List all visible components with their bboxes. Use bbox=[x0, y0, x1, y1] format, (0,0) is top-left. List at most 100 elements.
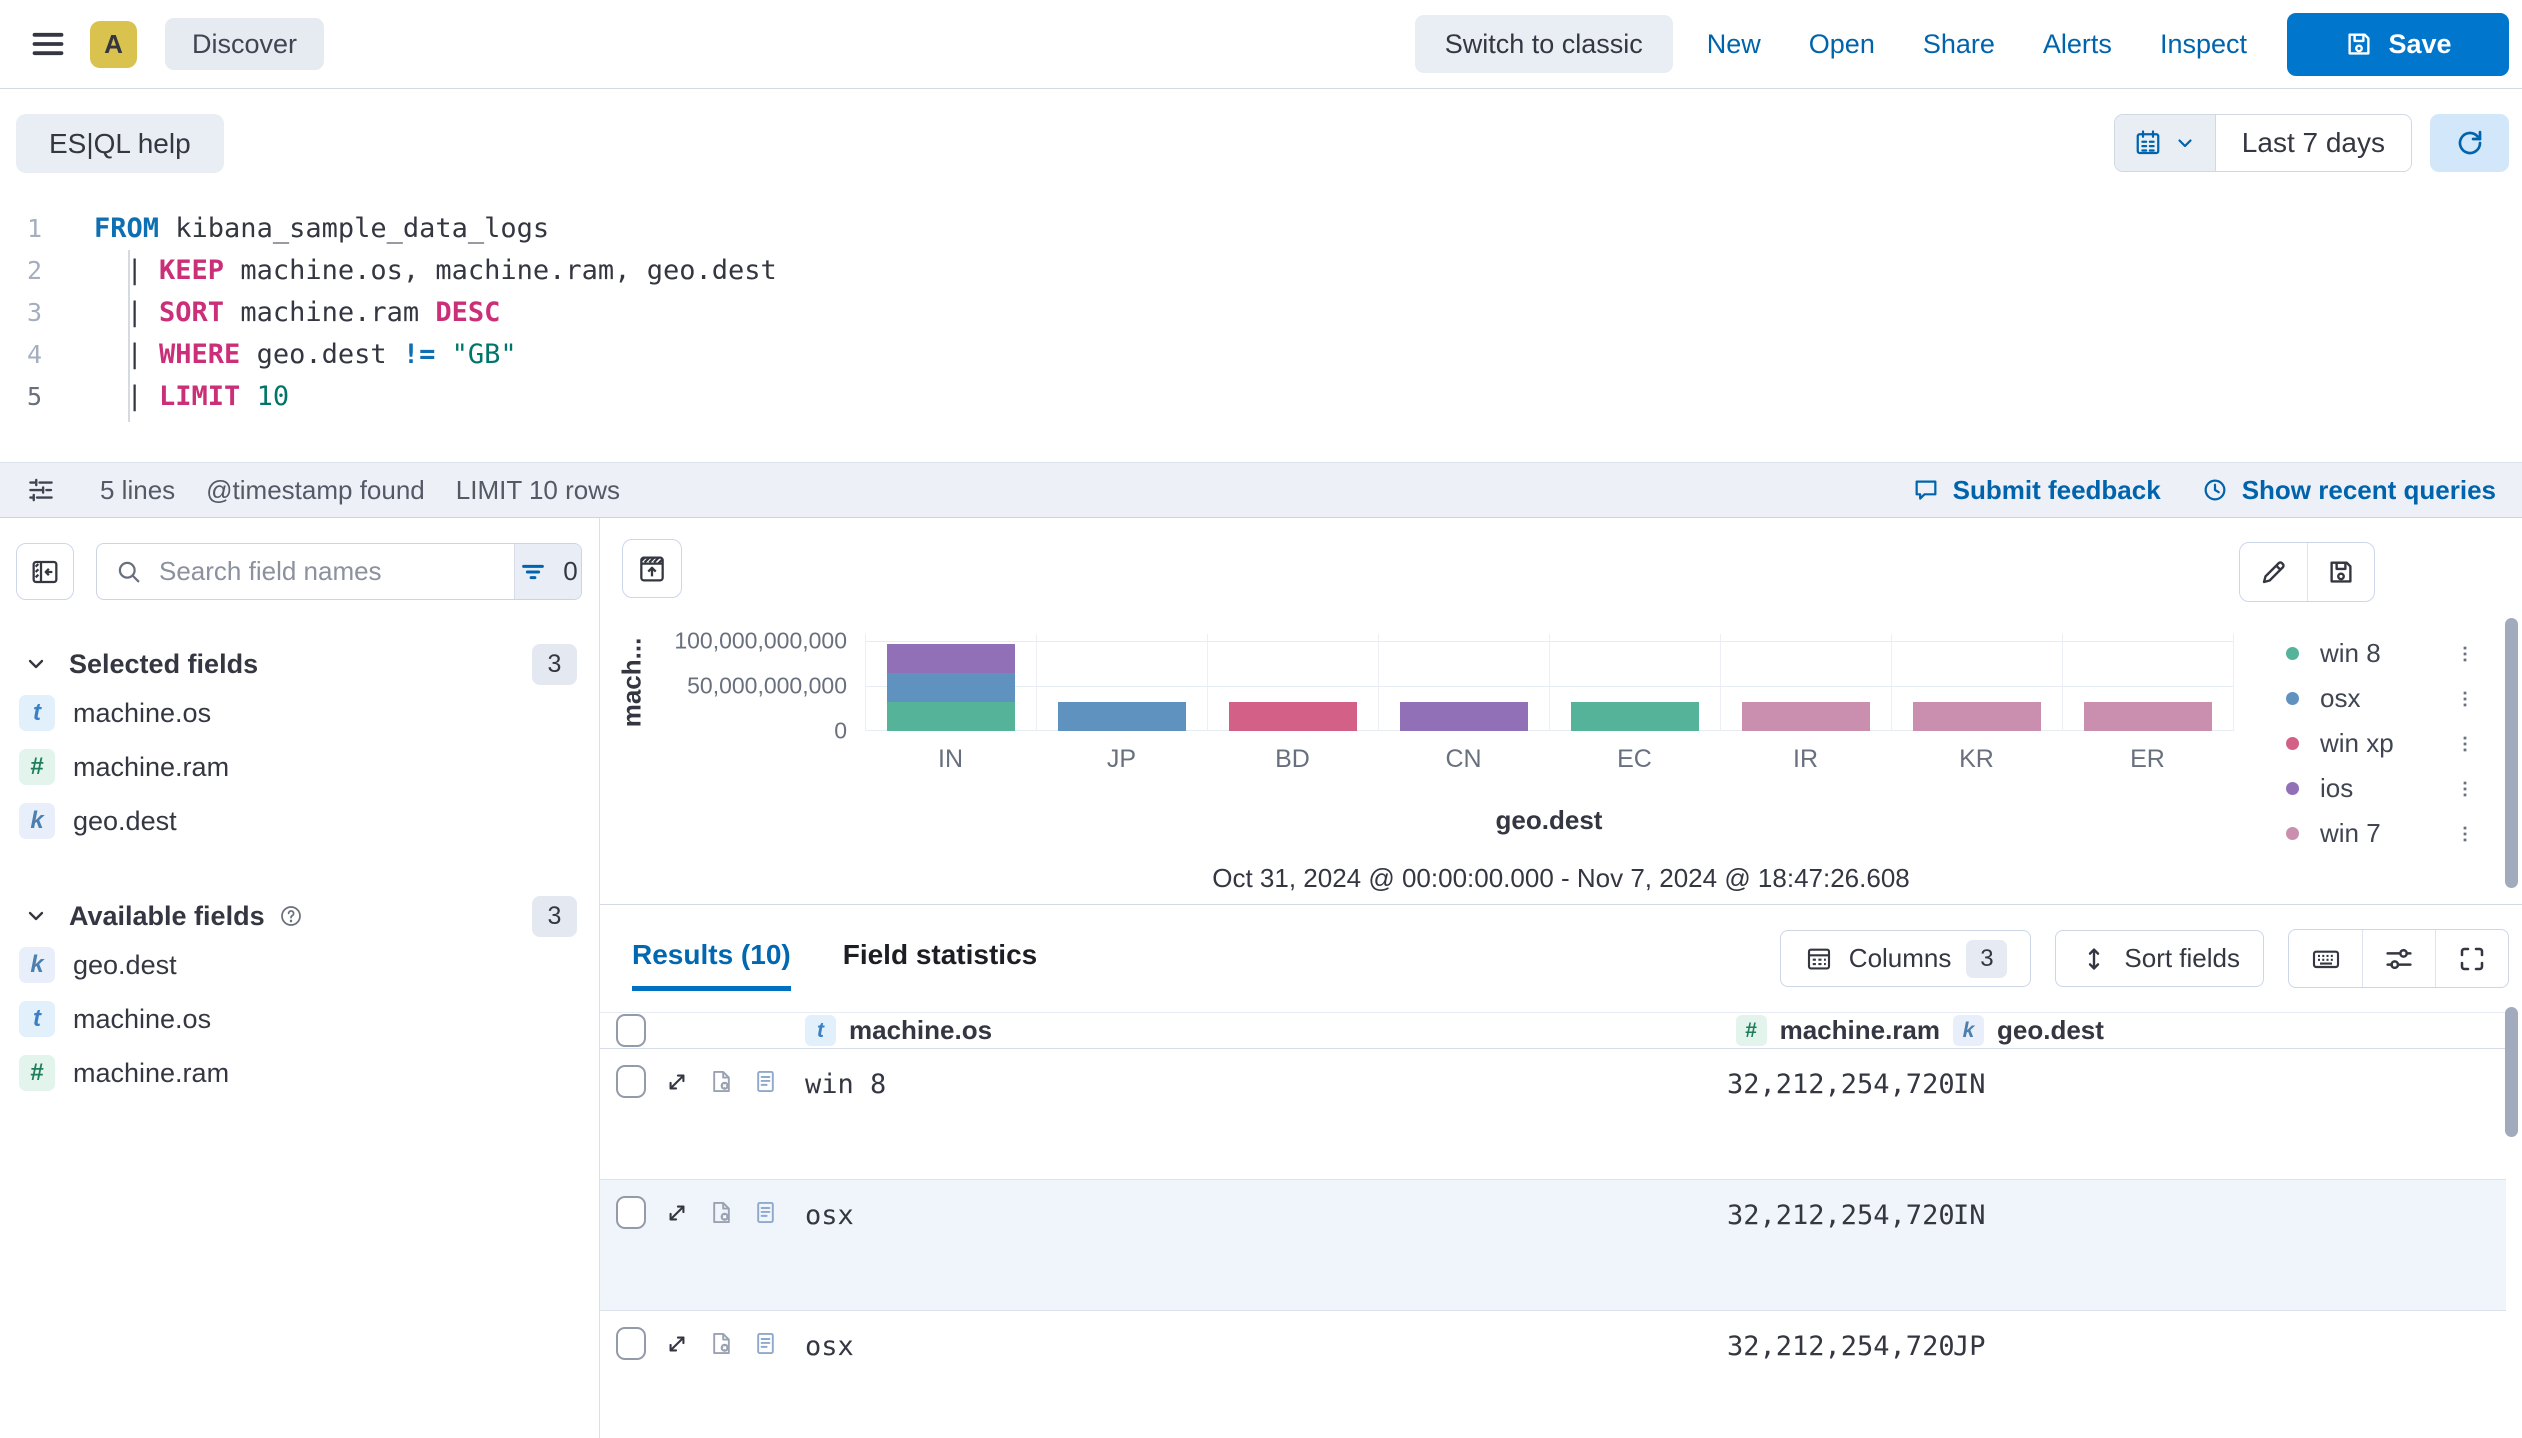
tab-results[interactable]: Results (10) bbox=[632, 939, 791, 991]
column-header-machine.os[interactable]: tmachine.os bbox=[805, 1015, 1727, 1046]
time-range-value[interactable]: Last 7 days bbox=[2215, 115, 2411, 171]
field-item-machine.os[interactable]: tmachine.os bbox=[0, 992, 599, 1046]
bar-stack[interactable] bbox=[1400, 702, 1528, 731]
bar-segment-win-8[interactable] bbox=[887, 702, 1015, 731]
bar-stack[interactable] bbox=[1913, 702, 2041, 731]
date-picker-quick-menu[interactable] bbox=[2115, 115, 2215, 171]
field-section-header[interactable]: Selected fields3 bbox=[0, 643, 599, 685]
legend-item-ios[interactable]: ios bbox=[2286, 766, 2476, 811]
legend-actions-icon[interactable] bbox=[2454, 733, 2476, 755]
expand-row-icon[interactable] bbox=[663, 1199, 691, 1227]
collapse-sidebar-button[interactable] bbox=[16, 543, 74, 600]
field-item-machine.ram[interactable]: #machine.ram bbox=[0, 740, 599, 794]
tab-field-statistics[interactable]: Field statistics bbox=[843, 939, 1038, 991]
bar-stack[interactable] bbox=[887, 644, 1015, 731]
time-range-picker[interactable]: Last 7 days bbox=[2114, 114, 2412, 172]
doc-viewer-icon[interactable] bbox=[752, 1199, 779, 1226]
bar-segment-win-7[interactable] bbox=[1913, 702, 2041, 731]
select-all-checkbox[interactable] bbox=[616, 1014, 646, 1047]
esql-help-button[interactable]: ES|QL help bbox=[16, 114, 224, 173]
nav-link-open[interactable]: Open bbox=[1785, 29, 1899, 60]
fullscreen-button[interactable] bbox=[2435, 930, 2508, 987]
submit-feedback-label: Submit feedback bbox=[1953, 475, 2161, 506]
legend-item-osx[interactable]: osx bbox=[2286, 676, 2476, 721]
row-checkbox[interactable] bbox=[616, 1196, 646, 1229]
expand-row-icon[interactable] bbox=[663, 1330, 691, 1358]
field-item-geo.dest[interactable]: kgeo.dest bbox=[0, 938, 599, 992]
legend-actions-icon[interactable] bbox=[2454, 688, 2476, 710]
cell-machine-ram[interactable]: 32,212,254,720 bbox=[1727, 1049, 1940, 1100]
row-checkbox[interactable] bbox=[616, 1065, 646, 1098]
bar-segment-win-xp[interactable] bbox=[1229, 702, 1357, 731]
esql-code-editor[interactable]: 1FROM kibana_sample_data_logs2 | KEEP ma… bbox=[0, 207, 2522, 417]
code-line[interactable]: 4 | WHERE geo.dest != "GB" bbox=[0, 333, 2522, 375]
legend-item-win-7[interactable]: win 7 bbox=[2286, 811, 2476, 856]
save-visualization-button[interactable] bbox=[2307, 543, 2374, 601]
row-checkbox[interactable] bbox=[616, 1327, 646, 1360]
bar-segment-ios[interactable] bbox=[1400, 702, 1528, 731]
refresh-query-button[interactable] bbox=[2430, 114, 2509, 172]
edit-visualization-button[interactable] bbox=[2240, 543, 2307, 601]
nav-link-share[interactable]: Share bbox=[1899, 29, 2019, 60]
bar-segment-win-8[interactable] bbox=[1571, 702, 1699, 731]
nav-link-inspect[interactable]: Inspect bbox=[2136, 29, 2271, 60]
columns-button[interactable]: Columns 3 bbox=[1780, 930, 2032, 987]
bar-segment-win-7[interactable] bbox=[1742, 702, 1870, 731]
column-header-machine.ram[interactable]: #machine.ram bbox=[1727, 1015, 1940, 1046]
bar-stack[interactable] bbox=[2084, 702, 2212, 731]
editor-settings-icon[interactable] bbox=[26, 475, 56, 505]
search-input[interactable] bbox=[157, 555, 496, 588]
field-item-geo.dest[interactable]: kgeo.dest bbox=[0, 794, 599, 848]
code-line[interactable]: 5 | LIMIT 10 bbox=[0, 375, 2522, 417]
sort-fields-button[interactable]: Sort fields bbox=[2055, 930, 2264, 987]
code-line[interactable]: 3 | SORT machine.ram DESC bbox=[0, 291, 2522, 333]
dock-chart-button[interactable] bbox=[622, 539, 682, 598]
cell-machine-os[interactable]: win 8 bbox=[805, 1049, 1727, 1100]
bar-segment-osx[interactable] bbox=[887, 673, 1015, 702]
bar-stack[interactable] bbox=[1742, 702, 1870, 731]
hamburger-menu-button[interactable] bbox=[20, 16, 76, 72]
cell-geo-dest[interactable]: JP bbox=[1940, 1311, 2506, 1362]
bar-stack[interactable] bbox=[1571, 702, 1699, 731]
legend-item-win-8[interactable]: win 8 bbox=[2286, 631, 2476, 676]
field-item-machine.ram[interactable]: #machine.ram bbox=[0, 1046, 599, 1100]
doc-viewer-icon[interactable] bbox=[752, 1068, 779, 1095]
legend-item-win-xp[interactable]: win xp bbox=[2286, 721, 2476, 766]
doc-viewer-icon[interactable] bbox=[752, 1330, 779, 1357]
breadcrumb-discover[interactable]: Discover bbox=[165, 18, 324, 70]
expand-row-icon[interactable] bbox=[663, 1068, 691, 1096]
cell-geo-dest[interactable]: IN bbox=[1940, 1049, 2506, 1100]
nav-link-new[interactable]: New bbox=[1683, 29, 1785, 60]
cell-geo-dest[interactable]: IN bbox=[1940, 1180, 2506, 1231]
code-line[interactable]: 2 | KEEP machine.os, machine.ram, geo.de… bbox=[0, 249, 2522, 291]
chart-scrollbar-thumb[interactable] bbox=[2505, 618, 2518, 888]
nav-link-alerts[interactable]: Alerts bbox=[2019, 29, 2136, 60]
bar-segment-ios[interactable] bbox=[887, 644, 1015, 673]
code-line[interactable]: 1FROM kibana_sample_data_logs bbox=[0, 207, 2522, 249]
legend-actions-icon[interactable] bbox=[2454, 643, 2476, 665]
cell-machine-ram[interactable]: 32,212,254,720 bbox=[1727, 1180, 1940, 1231]
legend-actions-icon[interactable] bbox=[2454, 823, 2476, 845]
field-item-machine.os[interactable]: tmachine.os bbox=[0, 686, 599, 740]
bar-stack[interactable] bbox=[1229, 702, 1357, 731]
space-avatar[interactable]: A bbox=[90, 21, 137, 68]
switch-to-classic-button[interactable]: Switch to classic bbox=[1415, 15, 1673, 73]
cell-machine-os[interactable]: osx bbox=[805, 1180, 1727, 1231]
bar-stack[interactable] bbox=[1058, 702, 1186, 731]
legend-actions-icon[interactable] bbox=[2454, 778, 2476, 800]
save-button[interactable]: Save bbox=[2287, 13, 2509, 76]
submit-feedback-link[interactable]: Submit feedback bbox=[1912, 475, 2161, 506]
show-recent-queries-link[interactable]: Show recent queries bbox=[2201, 475, 2496, 506]
cell-machine-ram[interactable]: 32,212,254,720 bbox=[1727, 1311, 1940, 1362]
field-section-header[interactable]: Available fields3 bbox=[0, 895, 599, 937]
bar-segment-osx[interactable] bbox=[1058, 702, 1186, 731]
cell-machine-os[interactable]: osx bbox=[805, 1311, 1727, 1362]
help-icon[interactable] bbox=[278, 903, 304, 929]
display-options-button[interactable] bbox=[2362, 930, 2435, 987]
column-header-geo.dest[interactable]: kgeo.dest bbox=[1940, 1015, 2506, 1046]
keyboard-shortcuts-button[interactable] bbox=[2289, 930, 2362, 987]
field-filter-button[interactable]: 0 bbox=[514, 544, 581, 599]
field-search-field[interactable] bbox=[97, 544, 514, 599]
grid-scrollbar-thumb[interactable] bbox=[2505, 1007, 2518, 1137]
bar-segment-win-7[interactable] bbox=[2084, 702, 2212, 731]
